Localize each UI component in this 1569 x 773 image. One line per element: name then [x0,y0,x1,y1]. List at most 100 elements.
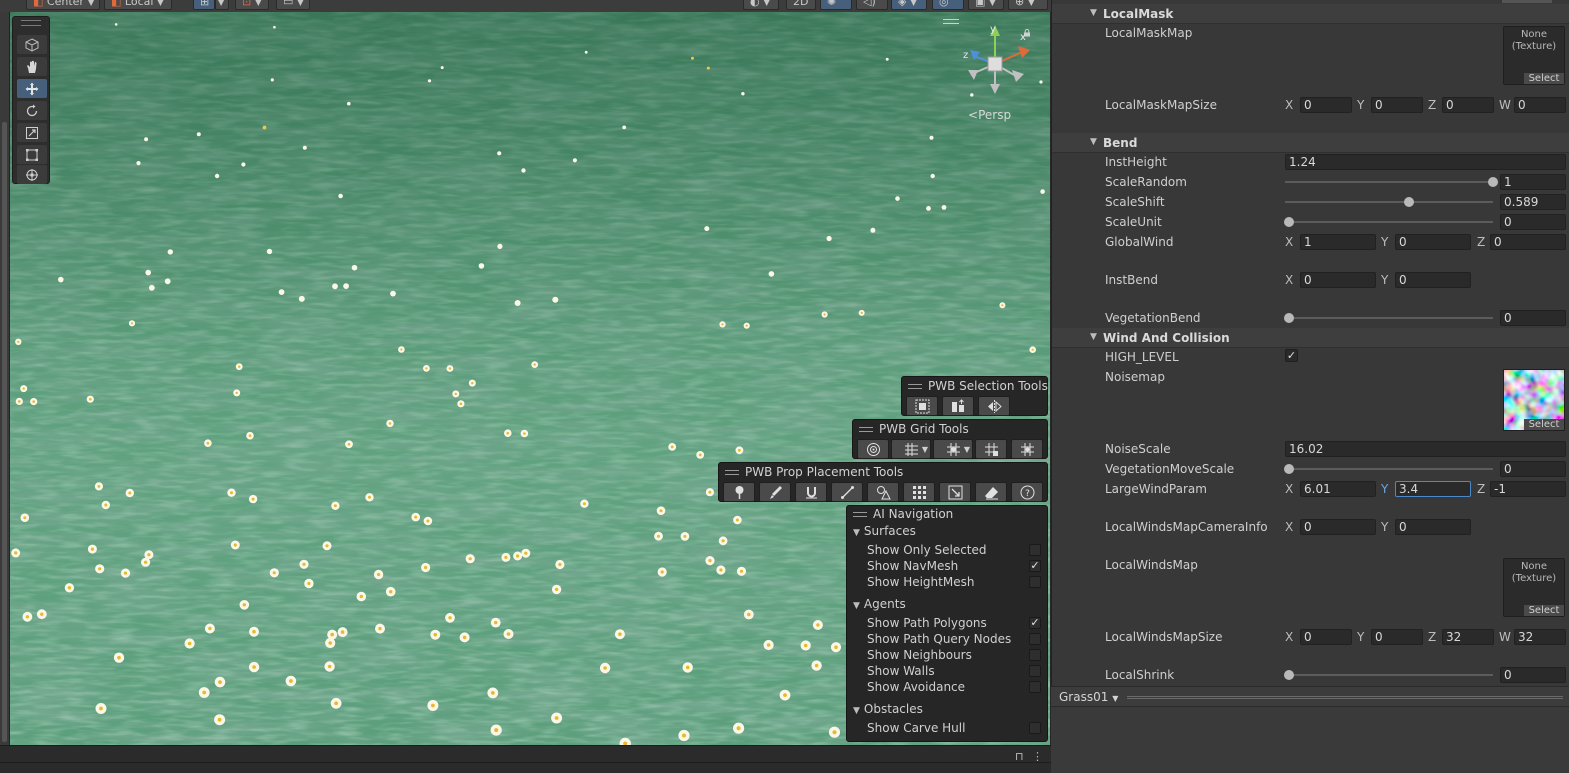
help-button[interactable]: ? [1011,482,1043,502]
brush-tool-button[interactable] [759,482,791,502]
globalwind-x-field[interactable]: 1 [1300,234,1376,250]
globalwind-y-field[interactable]: 0 [1395,234,1471,250]
scalerandom-slider-knob[interactable] [1488,177,1498,187]
replace-tool-button[interactable] [939,482,971,502]
transform-tool-button[interactable] [17,165,47,184]
noisescale-field[interactable]: 16.02 [1285,441,1566,457]
2d-toggle[interactable]: 2D [786,0,816,10]
mirror-button[interactable] [978,396,1010,416]
show-avoidance-checkbox[interactable] [1029,681,1041,693]
agents-foldout[interactable]: ▼ Agents [853,597,906,611]
view-tool-button[interactable] [17,35,47,54]
rotate-tool-button[interactable] [17,101,47,120]
grid-origin-button[interactable] [857,439,889,459]
camerainfo-x-field[interactable]: 0 [1300,519,1376,535]
vegetationmovescale-slider-track[interactable] [1285,468,1493,470]
surfaces-foldout[interactable]: ▼ Surfaces [853,524,916,538]
localmaskmapsize-z-field[interactable]: 0 [1442,97,1494,113]
show-neighbours-checkbox[interactable] [1029,649,1041,661]
pin-tool-button[interactable] [723,482,755,502]
localwindsmap-texture-field[interactable]: None (Texture) Select [1503,558,1565,617]
grid-settings-button[interactable] [1011,439,1043,459]
show-only-selected-checkbox[interactable] [1029,544,1041,556]
vegetationmovescale-field[interactable]: 0 [1500,461,1566,477]
instbend-x-field[interactable]: 0 [1300,272,1376,288]
show-path-polygons-checkbox[interactable]: ✓ [1029,617,1041,629]
tiling-tool-button[interactable] [903,482,935,502]
asset-name-dropdown[interactable]: Grass01 ▼ [1059,690,1118,704]
audio-toggle[interactable]: ◁) [856,0,888,10]
pivot-space-dropdown[interactable]: ◧ Local ▼ [104,0,172,10]
hidden-objects-toggle[interactable]: ◎ [932,0,964,10]
ruler-button[interactable]: ▭ ▼ [276,0,310,10]
scalerandom-field[interactable]: 1 [1500,174,1566,190]
windsmapsize-x-field[interactable]: 0 [1300,629,1352,645]
grid-snap-dropdown[interactable]: ▼ [215,0,229,10]
panel-title[interactable]: PWB Grid Tools [859,422,969,436]
largewindparam-y-field[interactable]: 3.4 [1395,481,1471,497]
localmaskmapsize-y-field[interactable]: 0 [1371,97,1423,113]
instheight-field[interactable]: 1.24 [1285,154,1566,170]
effects-dropdown[interactable]: ◈ ▼ [891,0,927,10]
grid-visibility-button[interactable]: ▼ [933,439,973,459]
eraser-tool-button[interactable] [975,482,1007,502]
noisemap-texture-field[interactable]: Select [1503,369,1565,431]
scaleunit-field[interactable]: 0 [1500,214,1566,230]
grid-snap-button[interactable]: ⊞ [193,0,215,10]
pivot-mode-dropdown[interactable]: ◧ Center ▼ [26,0,100,10]
vegetationbend-field[interactable]: 0 [1500,310,1566,326]
largewindparam-x-field[interactable]: 6.01 [1300,481,1376,497]
scale-tool-button[interactable] [17,123,47,142]
localmaskmapsize-w-field[interactable]: 0 [1514,97,1566,113]
noisemap-select-button[interactable]: Select [1524,419,1564,430]
globalwind-z-field[interactable]: 0 [1490,234,1566,250]
show-walls-checkbox[interactable] [1029,665,1041,677]
windsmapsize-w-field[interactable]: 32 [1514,629,1566,645]
scaleunit-slider-track[interactable] [1285,221,1493,223]
scaleunit-slider-knob[interactable] [1284,217,1294,227]
increment-snap-button[interactable]: ⊡ ▼ [235,0,269,10]
orientation-gizmo[interactable]: y x z [960,22,1035,102]
wind-collision-header[interactable]: ▼ Wind And Collision [1052,328,1569,348]
selection-box-button[interactable] [906,396,938,416]
instbend-y-field[interactable]: 0 [1395,272,1471,288]
show-navmesh-checkbox[interactable]: ✓ [1029,560,1041,572]
vegetationmovescale-slider-knob[interactable] [1284,464,1294,474]
hand-tool-button[interactable] [17,57,47,76]
draw-mode-dropdown[interactable]: ◐ ▼ [743,0,779,10]
panel-title[interactable]: PWB Prop Placement Tools [725,465,903,479]
panel-title[interactable]: AI Navigation [853,507,953,521]
rect-tool-button[interactable] [17,145,47,164]
scaleshift-field[interactable]: 0.589 [1500,194,1566,210]
camera-mode-label[interactable]: <Persp [968,108,1011,122]
show-heightmesh-checkbox[interactable] [1029,576,1041,588]
vegetationbend-slider-track[interactable] [1285,317,1493,319]
grid-lock-button[interactable] [975,439,1007,459]
scalerandom-slider-track[interactable] [1285,181,1493,183]
windsmapsize-y-field[interactable]: 0 [1371,629,1423,645]
inspector-scroll-thumb[interactable] [1502,0,1552,3]
localshrink-field[interactable]: 0 [1500,667,1566,683]
localmaskmap-texture-field[interactable]: None (Texture) Select [1503,26,1565,85]
move-tool-button[interactable] [17,79,47,98]
scroll-handle[interactable] [2,122,7,742]
bend-header[interactable]: ▼ Bend [1052,133,1569,153]
localshrink-slider-knob[interactable] [1284,670,1294,680]
panel-title[interactable]: PWB Selection Tools [908,379,1048,393]
camerainfo-y-field[interactable]: 0 [1395,519,1471,535]
camera-settings-dropdown[interactable]: ▣ ▼ [968,0,1004,10]
scaleshift-slider-knob[interactable] [1404,197,1415,207]
scaleshift-slider-track[interactable] [1285,201,1493,203]
texture-select-button[interactable]: Select [1524,73,1564,84]
resize-grip-icon[interactable] [1127,696,1563,699]
localmask-header[interactable]: ▼ LocalMask [1052,4,1569,24]
high-level-checkbox[interactable]: ✓ [1285,349,1298,362]
lighting-toggle[interactable]: ✺ [820,0,852,10]
line-tool-button[interactable] [831,482,863,502]
show-path-query-nodes-checkbox[interactable] [1029,633,1041,645]
align-button[interactable] [942,396,974,416]
vegetationbend-slider-knob[interactable] [1284,313,1294,323]
shape-tool-button[interactable] [867,482,899,502]
gizmos-dropdown[interactable]: ⊕ ▼ [1008,0,1048,10]
texture-select-button[interactable]: Select [1524,605,1564,616]
